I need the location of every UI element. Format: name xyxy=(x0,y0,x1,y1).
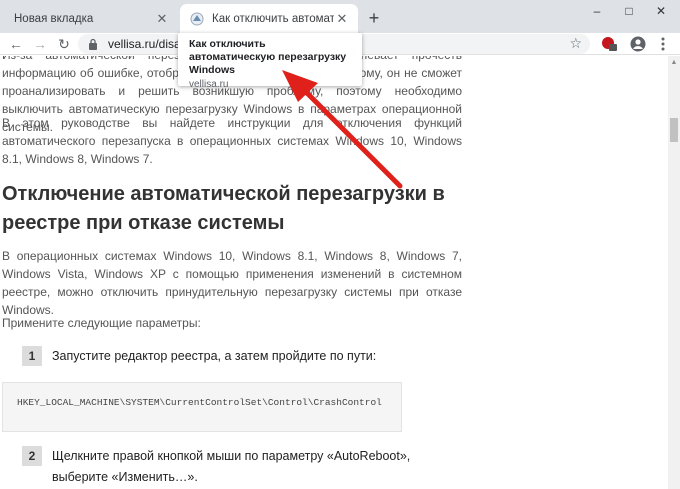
tab-hover-tooltip: Как отключить автоматическую перезагрузк… xyxy=(178,33,362,90)
tab-label: Как отключить автоматическую перезагрузк… xyxy=(212,12,334,25)
registry-path-code[interactable]: HKEY_LOCAL_MACHINE\SYSTEM\CurrentControl… xyxy=(2,382,402,432)
section-heading: Отключение автоматической перезагрузки в… xyxy=(2,183,445,234)
new-tab-button[interactable]: + xyxy=(364,8,384,28)
page-content: Из-за автоматической перезагрузки пользо… xyxy=(0,56,668,489)
reload-icon: ↻ xyxy=(58,35,70,52)
tab-label: Новая вкладка xyxy=(14,12,94,25)
scroll-up-arrow-icon[interactable]: ▲ xyxy=(668,56,680,68)
menu-kebab-icon[interactable] xyxy=(656,36,670,52)
step-text: Запустите редактор реестра, а затем прой… xyxy=(52,349,377,363)
lock-icon xyxy=(89,38,97,50)
tooltip-title: Как отключить автоматическую перезагрузк… xyxy=(189,38,347,76)
profile-avatar-icon[interactable] xyxy=(630,36,646,52)
step-number-badge: 2 xyxy=(22,446,42,466)
tooltip-domain: vellisa.ru xyxy=(189,79,229,90)
forward-arrow-icon: → xyxy=(33,36,47,52)
minimize-button[interactable]: – xyxy=(582,0,612,22)
tab-strip: Новая вкладка ✕ Как отключить автоматиче… xyxy=(0,0,680,33)
reload-button[interactable]: ↻ xyxy=(54,35,74,53)
maximize-button[interactable]: □ xyxy=(614,0,644,22)
close-icon[interactable]: ✕ xyxy=(334,11,350,27)
tab-article[interactable]: Как отключить автоматическую перезагрузк… xyxy=(180,4,358,33)
vertical-scrollbar[interactable]: ▲ xyxy=(668,56,680,489)
step-text: Щелкните правой кнопкой мыши по параметр… xyxy=(52,449,411,484)
back-arrow-icon: ← xyxy=(9,36,23,52)
bookmark-star-icon[interactable]: ☆ xyxy=(569,35,582,52)
close-window-button[interactable]: ✕ xyxy=(646,0,676,22)
apply-text: Примените следующие параметры: xyxy=(2,316,201,330)
favicon-icon xyxy=(190,12,204,26)
article-body: В операционных системах Windows 10, Wind… xyxy=(2,249,462,317)
forward-button[interactable]: → xyxy=(30,35,50,53)
close-icon[interactable]: ✕ xyxy=(154,11,170,27)
minimize-icon: – xyxy=(593,4,601,18)
extension-icon[interactable] xyxy=(600,35,618,53)
step-number-badge: 1 xyxy=(22,346,42,366)
maximize-icon: □ xyxy=(625,4,633,18)
tab-new-tab[interactable]: Новая вкладка ✕ xyxy=(0,4,178,33)
step-2: 2 Щелкните правой кнопкой мыши по параме… xyxy=(22,446,432,488)
article-guide: В этом руководстве вы найдете инструкции… xyxy=(2,116,462,166)
scrollbar-thumb[interactable] xyxy=(670,118,678,142)
step-1: 1 Запустите редактор реестра, а затем пр… xyxy=(22,346,432,367)
close-icon: ✕ xyxy=(655,4,667,18)
back-button[interactable]: ← xyxy=(6,35,26,53)
